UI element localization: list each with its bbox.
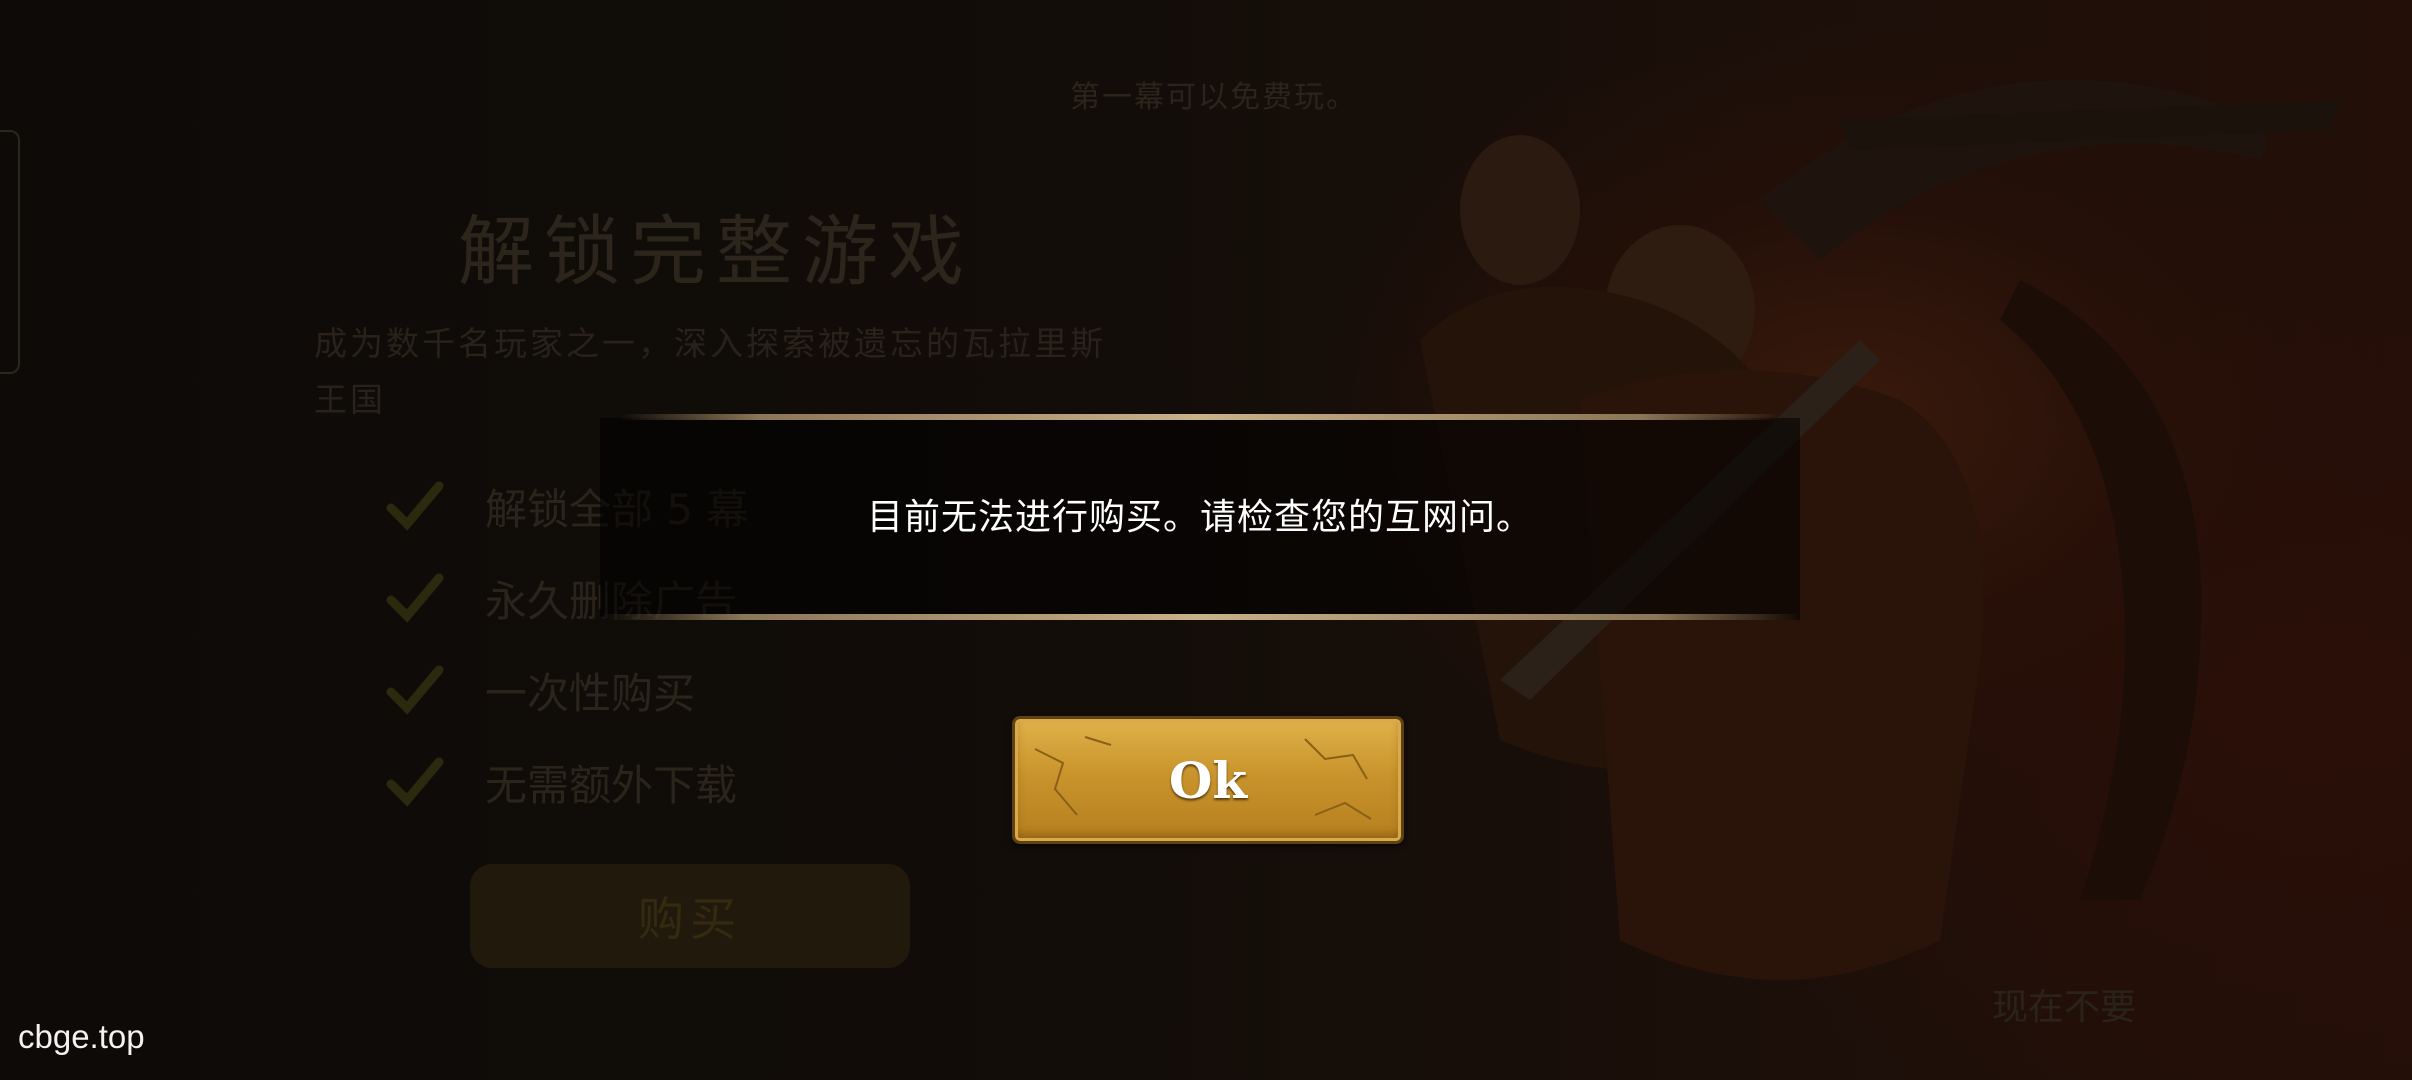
game-screen: 第一幕可以免费玩。 解锁完整游戏 成为数千名玩家之一，深入探索被遗忘的瓦拉里斯王… xyxy=(0,0,2412,1080)
buy-button: 购买 xyxy=(470,864,910,968)
check-icon xyxy=(386,481,444,531)
feature-item: 一次性购买 xyxy=(385,644,748,736)
watermark: cbge.top xyxy=(18,1018,145,1055)
feature-item: 无需额外下载 xyxy=(385,736,748,828)
store-subtitle: 第一幕可以免费玩。 xyxy=(1070,80,1358,115)
check-icon xyxy=(386,665,444,715)
store-title: 解锁完整游戏 xyxy=(458,207,974,296)
store-description: 成为数千名玩家之一，深入探索被遗忘的瓦拉里斯王国 xyxy=(314,324,1106,419)
dialog-bottom-border xyxy=(600,614,1800,620)
error-message: 目前无法进行购买。请检查您的互网问。 xyxy=(866,497,1533,538)
check-icon xyxy=(386,757,444,807)
not-now-link: 现在不要 xyxy=(1992,987,2137,1028)
dialog-top-border xyxy=(620,414,1780,420)
ok-button[interactable]: Ok xyxy=(1012,716,1404,844)
check-icon xyxy=(386,573,444,623)
feature-label: 一次性购买 xyxy=(485,668,696,718)
side-tab xyxy=(0,130,20,374)
ok-button-label: Ok xyxy=(1168,750,1248,810)
feature-label: 无需额外下载 xyxy=(485,760,738,810)
